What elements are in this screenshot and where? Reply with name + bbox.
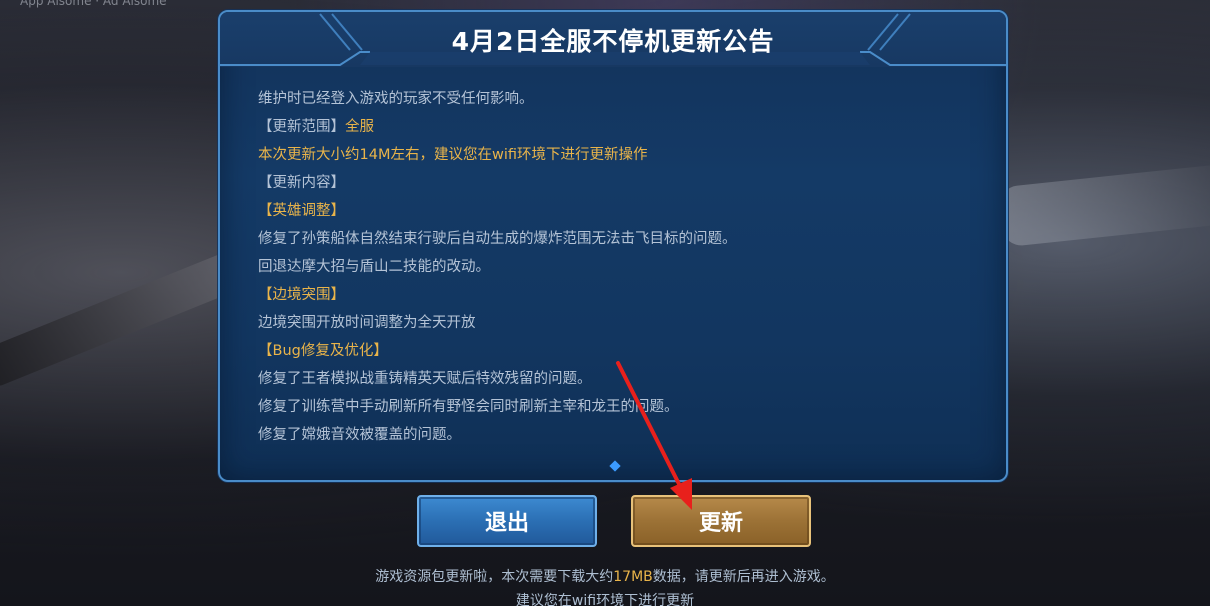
notice-line: 修复了王者模拟战重铸精英天赋后特效残留的问题。 — [258, 371, 592, 387]
background-streak-right — [997, 162, 1210, 248]
notice-section-heading: 【Bug修复及优化】 — [258, 343, 388, 359]
notice-title: 4月2日全服不停机更新公告 — [451, 27, 775, 56]
scroll-indicator-icon — [609, 460, 621, 472]
wifi-advice-text: 建议您在wifi环境下进行更新 — [515, 593, 695, 606]
background-streak-left — [0, 252, 239, 388]
notice-content[interactable]: 维护时已经登入游戏的玩家不受任何影响。 【更新范围】全服 本次更新大小约14M左… — [258, 85, 978, 449]
update-button[interactable]: 更新 — [631, 495, 811, 547]
notice-line: 修复了嫦娥音效被覆盖的问题。 — [258, 427, 461, 443]
update-notice-panel: 4月2日全服不停机更新公告 维护时已经登入游戏的玩家不受任何影响。 【更新范围】… — [218, 10, 1008, 482]
download-info-text: 游戏资源包更新啦，本次需要下载大约17MB数据，请更新后再进入游戏。 — [375, 569, 835, 585]
notice-section-heading: 【边境突围】 — [258, 287, 345, 303]
background-top-label: App Alsome · Ad Alsome — [20, 0, 167, 8]
notice-line: 边境突围开放时间调整为全天开放 — [258, 315, 476, 331]
notice-line: 修复了训练营中手动刷新所有野怪会同时刷新主宰和龙王的问题。 — [258, 399, 679, 415]
notice-line: 本次更新大小约14M左右，建议您在wifi环境下进行更新操作 — [258, 147, 648, 163]
notice-line: 【更新范围】全服 — [258, 119, 374, 135]
exit-button[interactable]: 退出 — [417, 495, 597, 547]
notice-section-heading: 【英雄调整】 — [258, 203, 345, 219]
notice-line: 回退达摩大招与盾山二技能的改动。 — [258, 259, 490, 275]
notice-line: 维护时已经登入游戏的玩家不受任何影响。 — [258, 91, 534, 107]
notice-line: 修复了孙策船体自然结束行驶后自动生成的爆炸范围无法击飞目标的问题。 — [258, 231, 737, 247]
panel-header: 4月2日全服不停机更新公告 — [220, 12, 1006, 67]
notice-line: 【更新内容】 — [258, 175, 345, 191]
